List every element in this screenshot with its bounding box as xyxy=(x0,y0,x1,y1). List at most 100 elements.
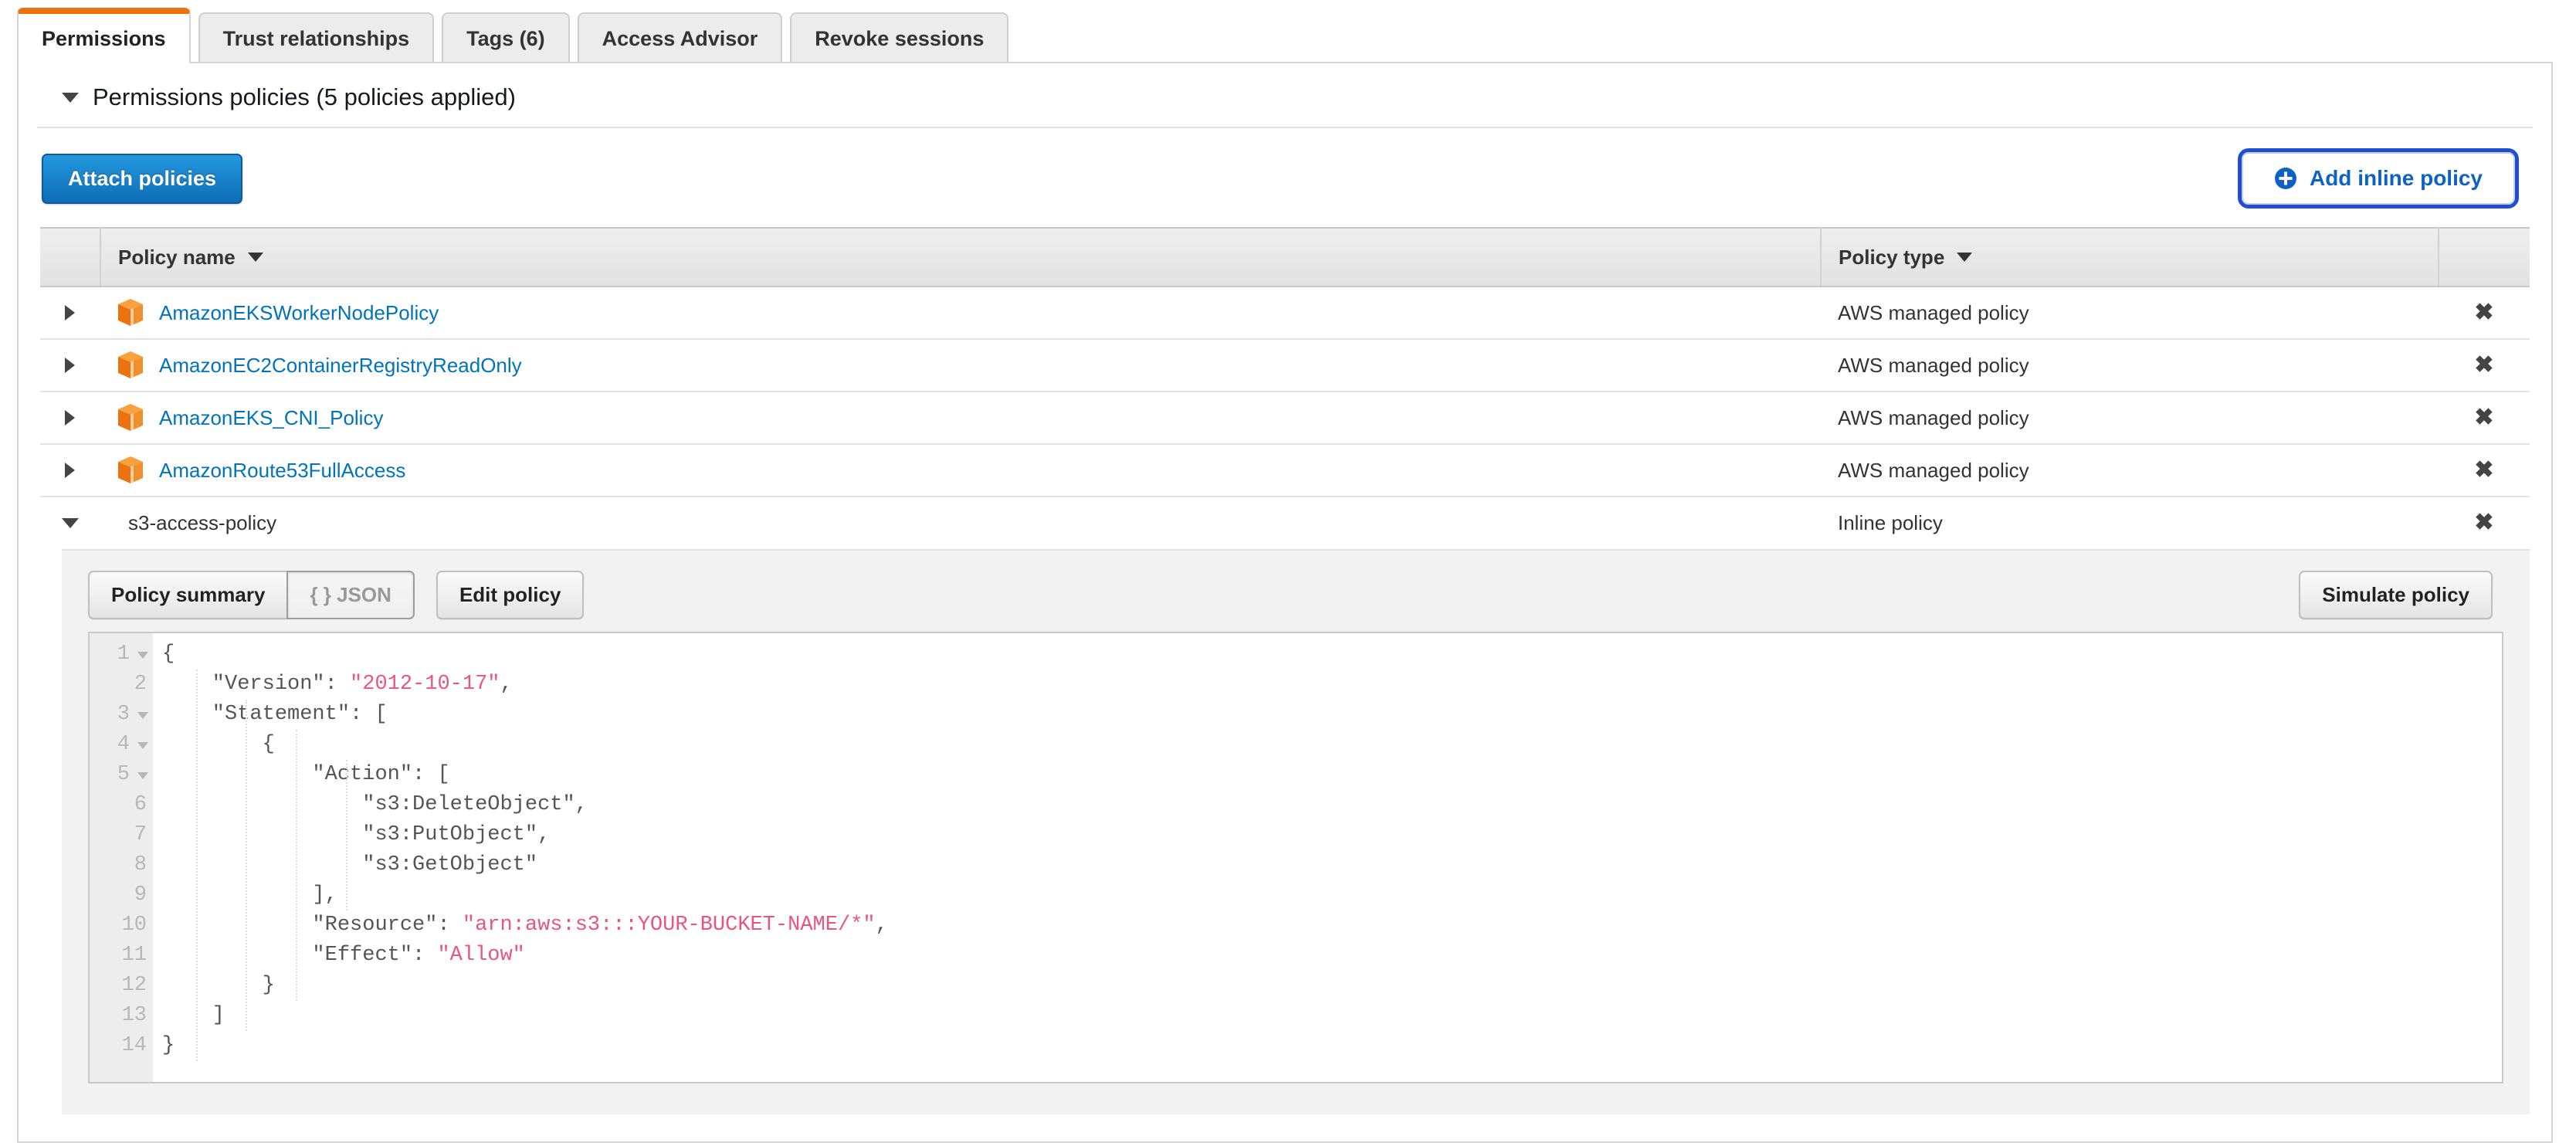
editor-code-line: "Resource": "arn:aws:s3:::YOUR-BUCKET-NA… xyxy=(162,910,2502,941)
th-policy-name-label: Policy name xyxy=(118,246,236,270)
editor-code-line: "s3:PutObject", xyxy=(162,820,2502,850)
code-fold-caret-icon[interactable] xyxy=(137,652,148,659)
editor-line-number: 6 xyxy=(90,790,153,820)
indent-guide xyxy=(196,670,198,1061)
tab-permissions[interactable]: Permissions xyxy=(17,8,191,63)
tab-access-advisor[interactable]: Access Advisor xyxy=(578,12,783,63)
editor-code-line: } xyxy=(162,971,2502,1001)
remove-policy-x-icon[interactable]: ✖ xyxy=(2474,457,2493,483)
policy-name-cell: s3-access-policy xyxy=(100,497,1821,549)
edit-policy-button[interactable]: Edit policy xyxy=(436,571,584,619)
policy-type-cell: Inline policy xyxy=(1821,497,2439,549)
expand-cell xyxy=(40,392,100,444)
tab-revoke-sessions[interactable]: Revoke sessions xyxy=(790,12,1008,63)
remove-policy-cell: ✖ xyxy=(2439,497,2530,549)
editor-line-number: 9 xyxy=(90,880,153,910)
tab-label: Revoke sessions xyxy=(815,27,984,51)
tab-label: Access Advisor xyxy=(602,27,758,51)
editor-line-number: 7 xyxy=(90,820,153,850)
remove-policy-x-icon[interactable]: ✖ xyxy=(2474,300,2493,325)
collapse-section-caret-icon[interactable] xyxy=(62,93,79,103)
policy-name-cell: AmazonEC2ContainerRegistryReadOnly xyxy=(100,339,1821,392)
add-inline-policy-button[interactable]: Add inline policy xyxy=(2242,152,2515,205)
policy-name-link[interactable]: AmazonEC2ContainerRegistryReadOnly xyxy=(159,354,522,378)
policy-json-editor[interactable]: 1234567891011121314 { "Version": "2012-1… xyxy=(88,632,2503,1083)
remove-policy-x-icon[interactable]: ✖ xyxy=(2474,352,2493,378)
editor-line-number: 14 xyxy=(90,1031,153,1061)
tab-tags-6[interactable]: Tags (6) xyxy=(442,12,570,63)
policy-type-cell: AWS managed policy xyxy=(1821,444,2439,497)
policy-name-cell: AmazonRoute53FullAccess xyxy=(100,444,1821,497)
aws-managed-policy-cube-icon xyxy=(117,351,144,380)
aws-managed-policy-cube-icon xyxy=(117,403,144,432)
aws-managed-policy-cube-icon xyxy=(117,298,144,327)
editor-line-number: 3 xyxy=(90,700,153,730)
row-expand-caret-icon[interactable] xyxy=(65,463,75,478)
table-row: s3-access-policy Inline policy ✖ xyxy=(40,497,2530,549)
indent-guide xyxy=(246,700,247,1031)
editor-line-number: 11 xyxy=(90,941,153,971)
policy-name-link[interactable]: AmazonEKSWorkerNodePolicy xyxy=(159,301,439,325)
remove-policy-cell: ✖ xyxy=(2439,444,2530,497)
editor-code-line: "Effect": "Allow" xyxy=(162,941,2502,971)
tab-label: Tags (6) xyxy=(466,27,545,51)
policy-name-cell: AmazonEKSWorkerNodePolicy xyxy=(100,286,1821,339)
attach-policies-button[interactable]: Attach policies xyxy=(42,154,242,204)
code-fold-caret-icon[interactable] xyxy=(137,772,148,779)
row-expand-caret-icon[interactable] xyxy=(65,305,75,320)
sort-descending-icon xyxy=(248,253,263,262)
editor-code-line: ], xyxy=(162,880,2502,910)
tab-trust-relationships[interactable]: Trust relationships xyxy=(198,12,435,63)
permissions-policies-section-header: Permissions policies (5 policies applied… xyxy=(37,63,2533,128)
code-fold-caret-icon[interactable] xyxy=(137,712,148,719)
expand-cell xyxy=(40,339,100,392)
editor-line-number-gutter: 1234567891011121314 xyxy=(90,633,153,1082)
policy-name-text: s3-access-policy xyxy=(117,511,276,535)
editor-code-line: "Statement": [ xyxy=(162,700,2502,730)
policies-table-body: AmazonEKSWorkerNodePolicy AWS managed pol… xyxy=(40,286,2530,549)
editor-line-number: 5 xyxy=(90,760,153,790)
th-expand xyxy=(40,228,100,286)
policy-type-cell: AWS managed policy xyxy=(1821,392,2439,444)
expand-cell xyxy=(40,444,100,497)
policy-type-cell: AWS managed policy xyxy=(1821,339,2439,392)
editor-code-line: "s3:GetObject" xyxy=(162,850,2502,880)
simulate-policy-button[interactable]: Simulate policy xyxy=(2299,571,2493,619)
editor-line-number: 10 xyxy=(90,910,153,941)
remove-policy-cell: ✖ xyxy=(2439,392,2530,444)
table-row: AmazonEKS_CNI_Policy AWS managed policy ✖ xyxy=(40,392,2530,444)
page-title: Permissions policies (5 policies applied… xyxy=(93,83,516,111)
table-row: AmazonEC2ContainerRegistryReadOnly AWS ma… xyxy=(40,339,2530,392)
permissions-panel: Permissions policies (5 policies applied… xyxy=(17,62,2553,1143)
editor-code-line: "Version": "2012-10-17", xyxy=(162,670,2502,700)
policy-name-link[interactable]: AmazonRoute53FullAccess xyxy=(159,459,405,483)
table-row: AmazonRoute53FullAccess AWS managed polic… xyxy=(40,444,2530,497)
tab-label: Permissions xyxy=(42,27,166,51)
code-fold-caret-icon[interactable] xyxy=(137,742,148,749)
policy-type-cell: AWS managed policy xyxy=(1821,286,2439,339)
row-expand-caret-icon[interactable] xyxy=(65,358,75,373)
remove-policy-x-icon[interactable]: ✖ xyxy=(2474,510,2493,535)
table-row: AmazonEKSWorkerNodePolicy AWS managed pol… xyxy=(40,286,2530,339)
policy-name-link[interactable]: AmazonEKS_CNI_Policy xyxy=(159,406,383,430)
remove-policy-cell: ✖ xyxy=(2439,286,2530,339)
th-policy-type[interactable]: Policy type xyxy=(1821,228,2439,286)
row-expand-caret-icon[interactable] xyxy=(65,410,75,426)
indent-guide xyxy=(346,760,347,910)
expand-cell xyxy=(40,497,100,549)
editor-code-line: { xyxy=(162,730,2502,760)
th-remove xyxy=(2439,228,2530,286)
policy-detail-toolbar: Policy summary { } JSON Edit policy Simu… xyxy=(88,571,2503,619)
editor-code-area[interactable]: { "Version": "2012-10-17", "Statement": … xyxy=(153,633,2502,1082)
editor-code-line: ] xyxy=(162,1001,2502,1031)
th-policy-name[interactable]: Policy name xyxy=(100,228,1821,286)
policy-summary-tab[interactable]: Policy summary xyxy=(88,571,286,619)
policy-json-tab[interactable]: { } JSON xyxy=(286,571,415,619)
remove-policy-x-icon[interactable]: ✖ xyxy=(2474,405,2493,430)
editor-line-number: 8 xyxy=(90,850,153,880)
row-collapse-caret-icon[interactable] xyxy=(62,518,79,528)
policy-name-cell: AmazonEKS_CNI_Policy xyxy=(100,392,1821,444)
tab-strip: Permissions Trust relationships Tags (6) Ac… xyxy=(0,0,2576,63)
editor-line-number: 1 xyxy=(90,639,153,670)
th-policy-type-label: Policy type xyxy=(1839,246,1944,270)
